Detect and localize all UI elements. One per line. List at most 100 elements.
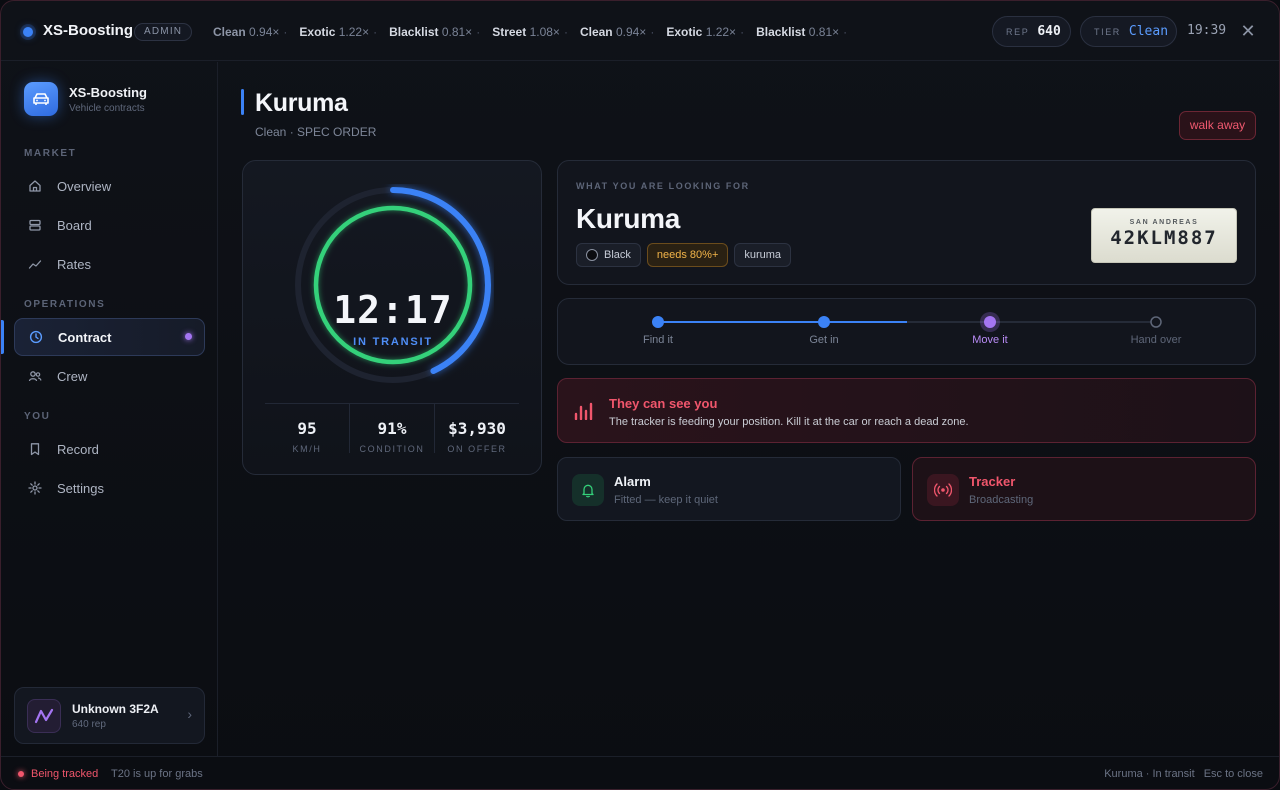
- avatar: [27, 699, 61, 733]
- admin-badge: ADMIN: [134, 23, 193, 41]
- chip-label: Black: [604, 249, 631, 261]
- users-icon: [27, 368, 43, 384]
- target-card: WHAT YOU ARE LOOKING FOR Kuruma Black ne…: [557, 160, 1256, 285]
- alert-text: The tracker is feeding your position. Ki…: [609, 416, 969, 428]
- brand-name: XS-Boosting: [43, 22, 133, 39]
- license-plate: SAN ANDREAS 42KLM887: [1091, 208, 1237, 263]
- sidebar-item-board[interactable]: Board: [14, 206, 205, 244]
- sidebar-item-label: Board: [57, 217, 92, 233]
- walk-away-button[interactable]: walk away: [1179, 111, 1256, 140]
- brand-status-dot: [23, 27, 33, 37]
- car-logo-icon: [24, 82, 58, 116]
- step-dot: [652, 316, 664, 328]
- rep-label: REP: [1006, 26, 1030, 37]
- stat-label: ON OFFER: [447, 444, 507, 454]
- sidebar-item-label: Rates: [57, 256, 91, 272]
- stat-speed: 95 KM/H: [265, 404, 349, 454]
- active-indicator: [1, 320, 4, 354]
- broadcast-icon: [927, 474, 959, 506]
- app-title: XS-Boosting: [69, 85, 147, 100]
- user-card[interactable]: Unknown 3F2A 640 rep ›: [14, 687, 205, 744]
- sidebar-item-label: Crew: [57, 368, 88, 384]
- signal-icon: [574, 402, 593, 420]
- board-icon: [27, 217, 43, 233]
- clock: 19:39: [1187, 23, 1227, 38]
- sidebar: XS-Boosting Vehicle contracts MARKET Ove…: [1, 62, 218, 756]
- sidebar-item-label: Contract: [58, 329, 112, 345]
- sidebar-item-rates[interactable]: Rates: [14, 245, 205, 283]
- ticker-name: Blacklist: [389, 25, 442, 39]
- sidebar-item-label: Overview: [57, 178, 112, 194]
- ticker-name: Street: [492, 25, 530, 39]
- stat-value: 91%: [377, 419, 407, 438]
- section-operations: OPERATIONS: [24, 299, 106, 310]
- tracker-card: Tracker Broadcasting: [912, 457, 1256, 521]
- ticker-item: Blacklist 0.81× ·: [389, 25, 480, 39]
- footer-hint: Esc to close: [1203, 768, 1263, 780]
- sidebar-item-overview[interactable]: Overview: [14, 167, 205, 205]
- user-name: Unknown 3F2A: [72, 702, 159, 716]
- footer-message: T20 is up for grabs: [111, 768, 203, 780]
- status-footer: Being tracked T20 is up for grabs Kuruma…: [1, 756, 1279, 789]
- footer-right: Kuruma · In transit Esc to close: [1104, 768, 1263, 780]
- stat-label: CONDITION: [359, 444, 425, 454]
- ticker-value: 0.81×: [808, 25, 840, 39]
- ticker-item: Street 1.08× ·: [492, 25, 568, 39]
- timer-status: IN TRANSIT: [353, 336, 433, 348]
- trend-icon: [27, 256, 43, 272]
- boosting-app-window: XS-Boosting ADMIN Clean 0.94× · Exotic 1.2…: [0, 0, 1280, 790]
- page-title: Kuruma: [255, 89, 348, 117]
- sidebar-item-label: Record: [57, 441, 99, 457]
- ticker-separator: ·: [563, 25, 568, 39]
- close-icon[interactable]: ✕: [1239, 21, 1257, 42]
- section-market: MARKET: [24, 148, 77, 159]
- title-accent-bar: [241, 89, 244, 115]
- step-dot: [818, 316, 830, 328]
- section-you: YOU: [24, 411, 51, 422]
- bell-icon: [572, 474, 604, 506]
- stats-row: 95 KM/H 91% CONDITION $3,930 ON OFFER: [265, 403, 519, 454]
- top-bar: XS-Boosting ADMIN Clean 0.94× · Exotic 1.2…: [1, 1, 1279, 61]
- step-dot: [1150, 316, 1162, 328]
- tier-pill: TIER Clean: [1080, 16, 1177, 47]
- sidebar-item-crew[interactable]: Crew: [14, 357, 205, 395]
- stat-offer: $3,930 ON OFFER: [434, 404, 519, 454]
- home-icon: [27, 178, 43, 194]
- progress-steps: Find it Get in Move it Hand over: [557, 298, 1256, 365]
- ticker-item: Exotic 1.22× ·: [299, 25, 377, 39]
- rep-pill: REP 640: [992, 16, 1071, 47]
- ticker-name: Exotic: [299, 25, 339, 39]
- sidebar-item-record[interactable]: Record: [14, 430, 205, 468]
- target-name: Kuruma: [576, 203, 680, 234]
- ticker-item: Blacklist 0.81× ·: [756, 25, 847, 39]
- clock-icon: [28, 329, 44, 345]
- step-label: Get in: [809, 334, 839, 346]
- ticker-separator: ·: [283, 25, 288, 39]
- tracked-dot: [18, 771, 24, 777]
- timer-card: 12:17 IN TRANSIT 95 KM/H 91% CONDITION $…: [242, 160, 542, 475]
- sidebar-item-contract[interactable]: Contract: [14, 318, 205, 356]
- ticker-item: Exotic 1.22× ·: [666, 25, 744, 39]
- step-label: Move it: [972, 334, 1008, 346]
- sidebar-item-settings[interactable]: Settings: [14, 469, 205, 507]
- footer-contract-status: Kuruma · In transit: [1104, 768, 1195, 780]
- condition-chip: needs 80%+: [646, 243, 729, 267]
- tier-label: TIER: [1094, 26, 1121, 37]
- model-chip: kuruma: [734, 243, 792, 267]
- ticker-name: Exotic: [666, 25, 706, 39]
- target-chips: Black needs 80%+ kuruma: [576, 243, 792, 267]
- user-rep: 640 rep: [72, 719, 106, 730]
- color-chip: Black: [576, 243, 641, 267]
- ticker-value: 0.94×: [249, 25, 280, 39]
- tracker-status: Broadcasting: [969, 494, 1034, 506]
- plate-number: 42KLM887: [1110, 227, 1218, 249]
- stat-value: $3,930: [448, 419, 506, 438]
- tracking-alert: They can see you The tracker is feeding …: [557, 378, 1256, 443]
- tier-value: Clean: [1128, 24, 1169, 39]
- alert-title: They can see you: [609, 396, 718, 411]
- ticker-separator: ·: [843, 25, 848, 39]
- ticker-value: 1.22×: [338, 25, 370, 39]
- ticker-name: Blacklist: [756, 25, 809, 39]
- plate-state: SAN ANDREAS: [1129, 219, 1199, 226]
- color-swatch-icon: [586, 249, 598, 261]
